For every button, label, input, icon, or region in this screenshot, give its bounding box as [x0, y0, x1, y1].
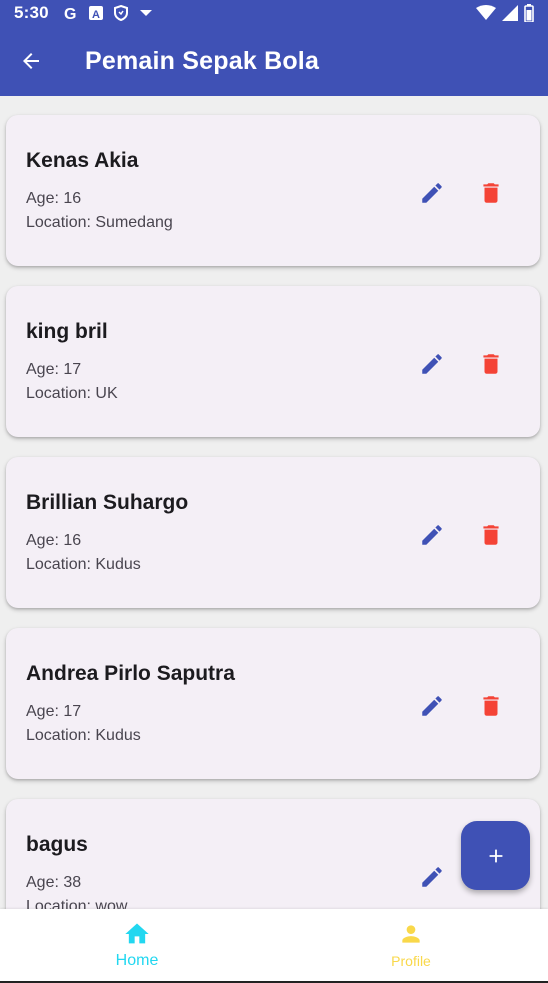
bottom-navigation: Home Profile [0, 909, 548, 981]
home-icon [125, 923, 149, 944]
edit-button[interactable] [416, 519, 448, 551]
pencil-icon [422, 354, 442, 374]
player-name: Kenas Akia [26, 149, 139, 172]
pencil-icon [422, 183, 442, 203]
player-name: king bril [26, 320, 108, 343]
page-title: Pemain Sepak Bola [85, 46, 320, 75]
player-age: Age: 16 [26, 532, 82, 549]
pencil-icon [422, 867, 442, 887]
wifi-icon [476, 5, 496, 20]
status-system-icons [476, 4, 534, 22]
player-name: Brillian Suhargo [26, 491, 189, 514]
player-list[interactable]: Kenas Akia Age: 16 Location: Sumedang ki… [0, 96, 548, 909]
person-icon [402, 925, 420, 943]
delete-button[interactable] [475, 177, 507, 209]
dropdown-arrow-icon [139, 10, 152, 16]
player-name: Andrea Pirlo Saputra [26, 662, 235, 685]
back-button[interactable] [1, 26, 61, 96]
player-age: Age: 17 [26, 361, 82, 378]
app-bar: Pemain Sepak Bola [0, 26, 548, 96]
player-location: Location: wow [26, 898, 128, 909]
svg-text:G: G [64, 6, 76, 21]
signal-icon [502, 5, 518, 21]
delete-button[interactable] [475, 519, 507, 551]
player-name: bagus [26, 833, 88, 856]
trash-icon [483, 183, 499, 203]
player-age: Age: 16 [26, 190, 82, 207]
player-card[interactable]: Brillian Suhargo Age: 16 Location: Kudus [6, 457, 540, 608]
status-notification-icons: G A [63, 5, 153, 21]
player-location: Location: UK [26, 385, 118, 402]
pencil-icon [422, 525, 442, 545]
player-location: Location: Sumedang [26, 214, 173, 231]
player-location: Location: Kudus [26, 727, 141, 744]
google-g-icon: G [64, 6, 76, 21]
font-a-icon: A [88, 6, 103, 20]
nav-label-profile: Profile [391, 953, 431, 969]
svg-text:A: A [92, 9, 100, 20]
delete-button[interactable] [475, 348, 507, 380]
shield-icon [113, 5, 128, 21]
edit-button[interactable] [416, 690, 448, 722]
nav-label-home: Home [115, 952, 159, 969]
delete-button[interactable] [475, 690, 507, 722]
player-age: Age: 38 [26, 874, 82, 891]
nav-item-profile[interactable]: Profile [274, 909, 548, 981]
player-card[interactable]: Kenas Akia Age: 16 Location: Sumedang [6, 115, 540, 266]
player-card[interactable]: Andrea Pirlo Saputra Age: 17 Location: K… [6, 628, 540, 779]
nav-item-home[interactable]: Home [0, 909, 274, 981]
pencil-icon [422, 696, 442, 716]
edit-button[interactable] [416, 861, 448, 893]
battery-icon [524, 4, 534, 22]
trash-icon [483, 696, 499, 716]
arrow-back-icon [23, 53, 39, 69]
player-card[interactable]: bagus Age: 38 Location: wow [6, 799, 540, 909]
status-bar: 5:30 G A [0, 0, 548, 26]
edit-button[interactable] [416, 348, 448, 380]
plus-icon [489, 849, 502, 862]
status-time: 5:30 [14, 3, 49, 22]
trash-icon [483, 354, 499, 374]
trash-icon [483, 525, 499, 545]
player-card[interactable]: king bril Age: 17 Location: UK [6, 286, 540, 437]
edit-button[interactable] [416, 177, 448, 209]
add-player-button[interactable] [461, 821, 530, 890]
player-age: Age: 17 [26, 703, 82, 720]
player-location: Location: Kudus [26, 556, 141, 573]
